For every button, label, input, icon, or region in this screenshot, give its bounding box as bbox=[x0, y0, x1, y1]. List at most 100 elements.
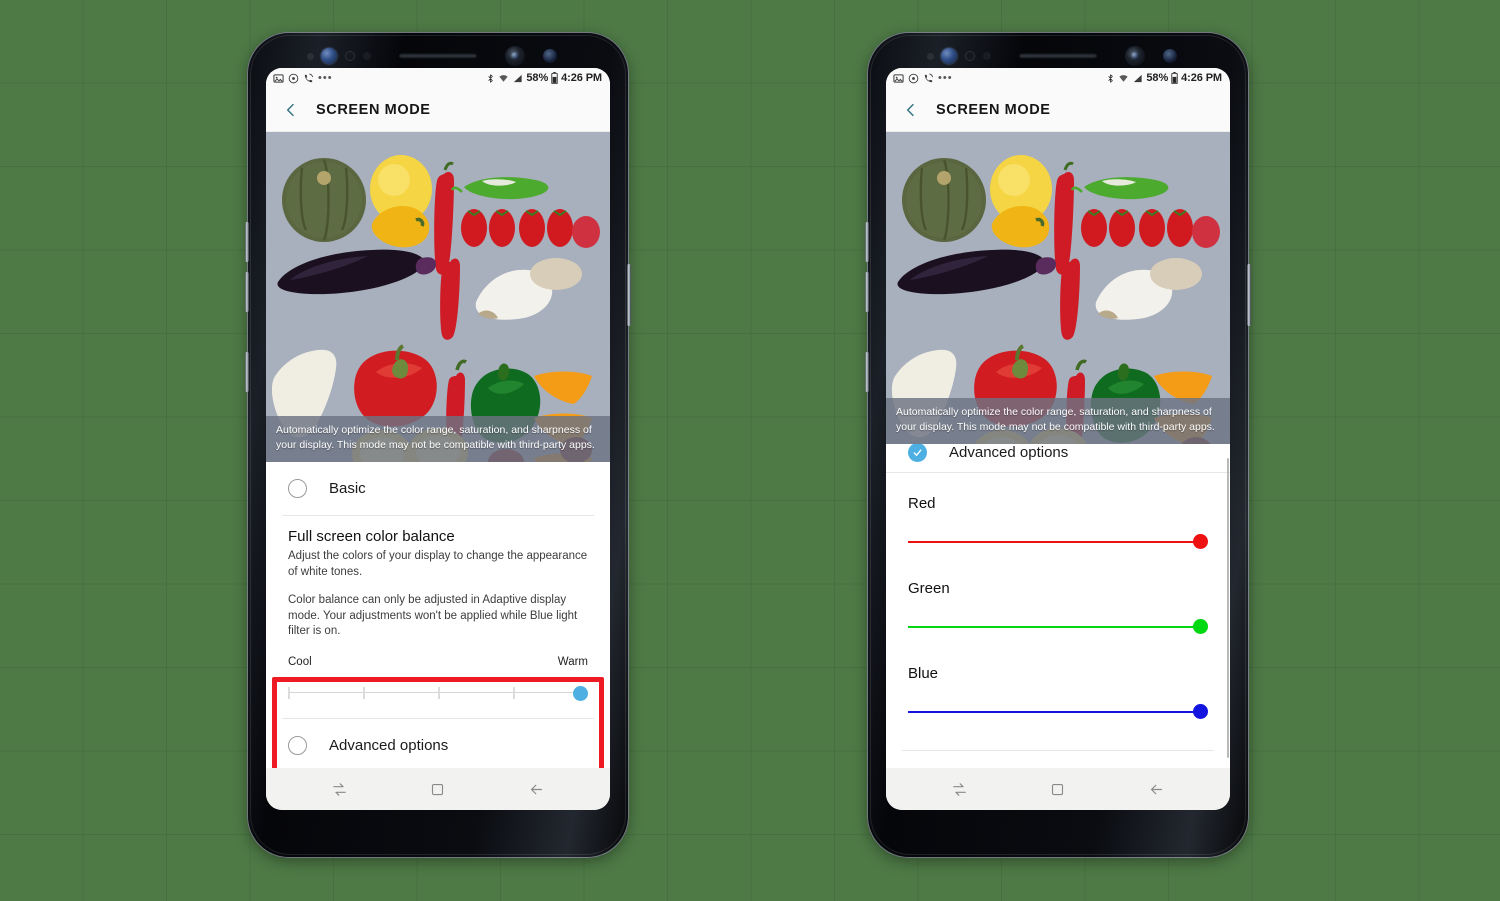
recents-icon[interactable] bbox=[944, 776, 974, 802]
back-icon[interactable] bbox=[1142, 776, 1172, 802]
option-label-basic: Basic bbox=[329, 480, 366, 497]
front-sensor-bezel-right bbox=[867, 44, 1249, 68]
power-button[interactable] bbox=[627, 264, 631, 326]
battery-icon bbox=[1171, 72, 1178, 84]
clock-label: 4:26 PM bbox=[1181, 72, 1222, 84]
iris-led-icon bbox=[1163, 49, 1177, 63]
rgb-slider-green[interactable] bbox=[908, 619, 1208, 635]
battery-icon bbox=[551, 72, 558, 84]
color-balance-description: Adjust the colors of your display to cha… bbox=[288, 550, 588, 578]
led-indicator-icon bbox=[983, 52, 991, 60]
light-sensor-icon bbox=[965, 51, 975, 61]
front-camera-lens-icon bbox=[1131, 52, 1139, 60]
slider-track bbox=[908, 541, 1198, 543]
option-label-advanced-options: Advanced options bbox=[329, 736, 449, 754]
options-list-left: Basic Full screen color balance Adjust t… bbox=[266, 462, 610, 768]
color-temp-slider-section: Cool Warm bbox=[266, 644, 610, 702]
recents-icon[interactable] bbox=[324, 776, 354, 802]
vegetables-photo-icon bbox=[266, 132, 610, 462]
rgb-label-red: Red bbox=[908, 495, 936, 512]
rgb-slider-red[interactable] bbox=[908, 534, 1208, 550]
radio-advanced-options-icon[interactable] bbox=[288, 735, 307, 755]
checkbox-advanced-options-icon[interactable] bbox=[908, 444, 927, 462]
preview-caption: Automatically optimize the color range, … bbox=[886, 398, 1230, 444]
option-row-basic[interactable]: Basic bbox=[266, 462, 610, 515]
rgb-label-green: Green bbox=[908, 580, 950, 597]
phone-left: ••• 58% 4:26 PM SCREEN MODE Automaticall… bbox=[245, 32, 631, 858]
wifi-icon bbox=[498, 73, 509, 84]
earpiece-speaker-icon bbox=[399, 53, 477, 59]
iris-scanner-icon bbox=[321, 48, 337, 64]
slider-track bbox=[908, 626, 1198, 628]
volume-down-button[interactable] bbox=[865, 272, 869, 312]
back-chevron-icon[interactable] bbox=[900, 99, 922, 121]
status-bar-left: ••• 58% 4:26 PM bbox=[266, 68, 610, 88]
light-sensor-icon bbox=[345, 51, 355, 61]
page-title: SCREEN MODE bbox=[936, 101, 1051, 118]
home-icon[interactable] bbox=[1043, 776, 1073, 802]
image-icon bbox=[893, 73, 904, 84]
call-wifi-icon bbox=[303, 73, 314, 84]
screen-right: ••• 58% 4:26 PM SCREEN MODE Automaticall… bbox=[886, 68, 1230, 810]
image-icon bbox=[273, 73, 284, 84]
front-camera-lens-icon bbox=[511, 52, 519, 60]
phone-right: ••• 58% 4:26 PM SCREEN MODE Automaticall… bbox=[865, 32, 1251, 858]
slider-tick bbox=[513, 686, 515, 699]
screen-left: ••• 58% 4:26 PM SCREEN MODE Automaticall… bbox=[266, 68, 610, 810]
color-balance-note: Color balance can only be adjusted in Ad… bbox=[288, 594, 578, 637]
battery-percent-label: 58% bbox=[526, 72, 549, 84]
volume-up-button[interactable] bbox=[245, 222, 249, 262]
app-bar-right: SCREEN MODE bbox=[886, 88, 1230, 132]
bluetooth-icon bbox=[486, 73, 495, 84]
led-indicator-icon bbox=[363, 52, 371, 60]
option-label-advanced-options: Advanced options bbox=[949, 444, 1069, 461]
volume-up-button[interactable] bbox=[865, 222, 869, 262]
radio-basic-icon[interactable] bbox=[288, 479, 307, 498]
nav-bar-left bbox=[266, 768, 610, 810]
bixby-button[interactable] bbox=[865, 352, 869, 392]
slider-tick bbox=[363, 686, 365, 699]
signal-icon bbox=[512, 73, 523, 84]
home-icon[interactable] bbox=[423, 776, 453, 802]
rgb-sliders-section: Red Green Blue bbox=[886, 473, 1230, 720]
circle-icon bbox=[908, 73, 919, 84]
status-bar-right: ••• 58% 4:26 PM bbox=[886, 68, 1230, 88]
color-balance-title: Full screen color balance bbox=[288, 528, 455, 545]
preview-caption: Automatically optimize the color range, … bbox=[266, 416, 610, 462]
clock-label: 4:26 PM bbox=[561, 72, 602, 84]
back-chevron-icon[interactable] bbox=[280, 99, 302, 121]
slider-thumb[interactable] bbox=[1193, 534, 1208, 549]
slider-thumb[interactable] bbox=[573, 685, 588, 701]
more-dots-icon: ••• bbox=[938, 72, 953, 84]
signal-icon bbox=[1132, 73, 1143, 84]
slider-label-warm: Warm bbox=[557, 655, 588, 668]
nav-bar-right bbox=[886, 768, 1230, 810]
wifi-icon bbox=[1118, 73, 1129, 84]
preview-image-right: Automatically optimize the color range, … bbox=[886, 132, 1230, 444]
divider bbox=[902, 750, 1214, 751]
rgb-slider-blue[interactable] bbox=[908, 704, 1208, 720]
slider-track bbox=[908, 711, 1198, 713]
power-button[interactable] bbox=[1247, 264, 1251, 326]
slider-thumb[interactable] bbox=[1193, 619, 1208, 634]
back-icon[interactable] bbox=[522, 776, 552, 802]
bluetooth-icon bbox=[1106, 73, 1115, 84]
preview-image-left: Automatically optimize the color range, … bbox=[266, 132, 610, 462]
option-row-advanced-options[interactable]: Advanced options bbox=[266, 719, 610, 769]
circle-icon bbox=[288, 73, 299, 84]
iris-led-icon bbox=[543, 49, 557, 63]
color-temp-slider[interactable] bbox=[288, 684, 588, 702]
app-bar-left: SCREEN MODE bbox=[266, 88, 610, 132]
earpiece-speaker-icon bbox=[1019, 53, 1097, 59]
slider-label-cool: Cool bbox=[288, 655, 312, 668]
more-dots-icon: ••• bbox=[318, 72, 333, 84]
front-sensor-bezel-left bbox=[247, 44, 629, 68]
call-wifi-icon bbox=[923, 73, 934, 84]
bixby-button[interactable] bbox=[245, 352, 249, 392]
scrollbar[interactable] bbox=[1226, 458, 1229, 758]
options-list-right: Advanced options Red Green Blue bbox=[886, 444, 1230, 768]
slider-thumb[interactable] bbox=[1193, 704, 1208, 719]
volume-down-button[interactable] bbox=[245, 272, 249, 312]
option-row-advanced-options[interactable]: Advanced options bbox=[886, 444, 1230, 468]
color-balance-section: Full screen color balance Adjust the col… bbox=[266, 516, 610, 644]
